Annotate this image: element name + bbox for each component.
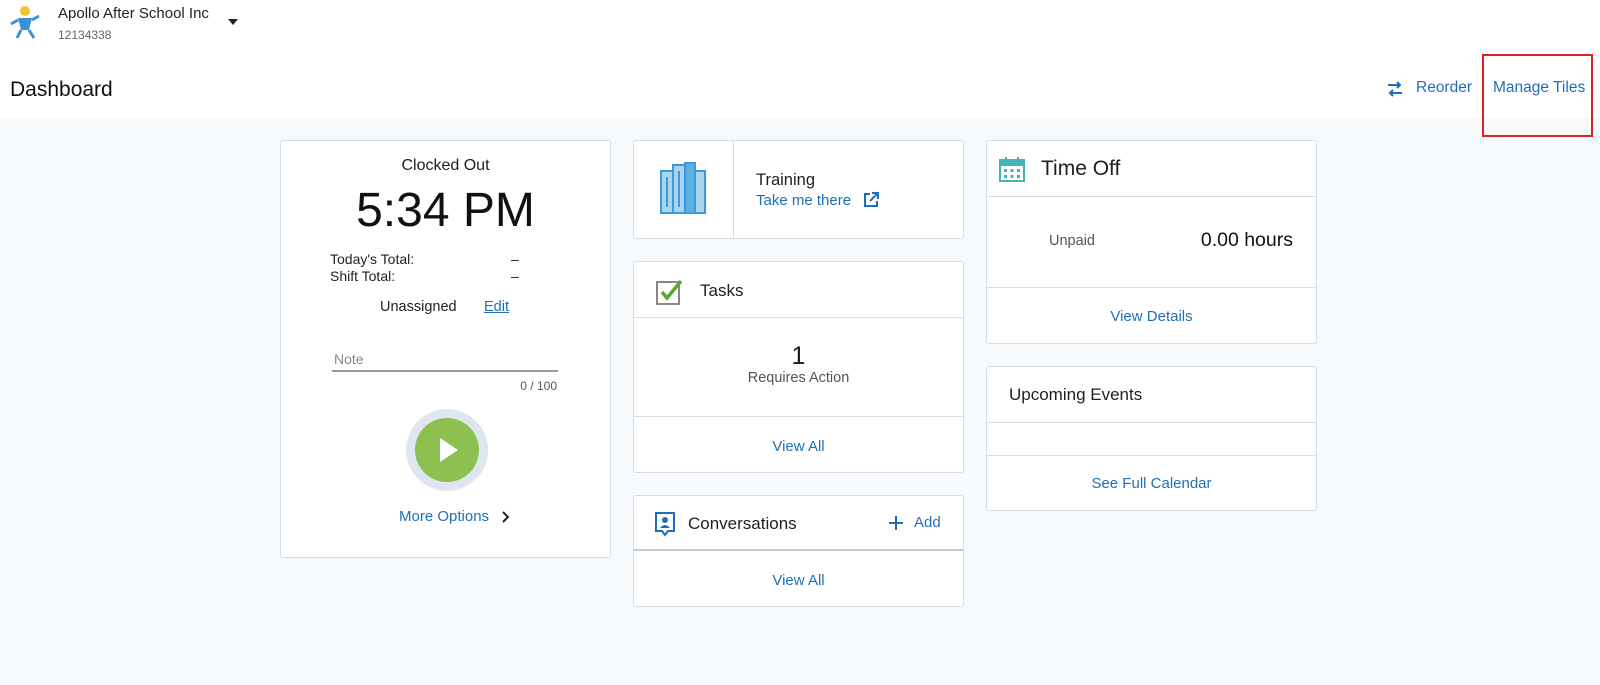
divider [987,422,1316,423]
see-full-calendar-link[interactable]: See Full Calendar [987,475,1316,492]
books-icon [660,162,706,214]
divider [634,416,963,417]
calendar-icon [999,157,1025,182]
tasks-count: 1 [791,342,806,370]
add-conversation-button[interactable]: Add [914,514,941,531]
clock-in-button-ring [406,409,488,491]
time-off-view-details-link[interactable]: View Details [987,308,1316,325]
tasks-view-all-link[interactable]: View All [634,438,963,455]
shift-total-value: – [511,268,519,284]
play-icon [440,438,458,462]
note-counter: 0 / 100 [520,379,557,393]
time-off-balance-value: 0.00 hours [1200,229,1293,251]
training-link[interactable]: Take me there [756,192,851,209]
page-title: Dashboard [10,78,113,101]
time-off-header: Time Off [987,141,1316,197]
conversation-icon [655,512,675,537]
assignment-label: Unassigned [380,299,457,315]
upcoming-events-title: Upcoming Events [1009,385,1143,404]
clock-status: Clocked Out [401,157,490,174]
chevron-right-icon[interactable] [499,510,513,524]
todays-total-label: Today's Total: [330,251,415,267]
reorder-icon[interactable] [1386,80,1404,98]
top-bar: Apollo After School Inc 12134338 Dashboa… [0,0,1600,137]
clock-in-button[interactable] [415,418,479,482]
training-tile[interactable]: Training Take me there [633,140,964,239]
company-logo-icon [10,6,40,39]
plus-icon[interactable] [888,515,904,531]
company-id: 12134338 [58,28,112,42]
more-options-link[interactable]: More Options [399,508,489,525]
training-icon-area [634,141,734,238]
upcoming-events-tile: Upcoming Events See Full Calendar [986,366,1317,511]
time-off-tile: Time Off Unpaid 0.00 hours View Details [986,140,1317,344]
external-link-icon[interactable] [862,191,880,209]
tasks-tile: Tasks 1 Requires Action View All [633,261,964,473]
shift-total-label: Shift Total: [330,268,396,284]
reorder-button[interactable]: Reorder [1416,79,1472,97]
conversations-view-all-link[interactable]: View All [634,572,963,589]
company-name[interactable]: Apollo After School Inc [58,5,209,22]
time-off-title: Time Off [1041,157,1121,180]
note-input[interactable] [332,348,558,372]
todays-total-value: – [511,251,519,267]
conversations-title: Conversations [688,514,797,533]
tasks-subtitle: Requires Action [747,370,850,386]
divider [987,287,1316,288]
divider [987,455,1316,456]
checkbox-checked-icon [656,279,683,305]
tasks-title: Tasks [700,281,744,300]
conversations-header: Conversations Add [634,496,963,551]
edit-assignment-link[interactable]: Edit [484,299,509,315]
highlight-box [1482,54,1593,137]
training-title: Training [756,171,815,189]
caret-down-icon[interactable] [228,19,238,25]
tasks-header: Tasks [634,262,963,318]
conversations-tile: Conversations Add View All [633,495,964,607]
clock-time: 5:34 PM [356,184,535,237]
clock-tile: Clocked Out 5:34 PM Today's Total: – Shi… [280,140,611,558]
